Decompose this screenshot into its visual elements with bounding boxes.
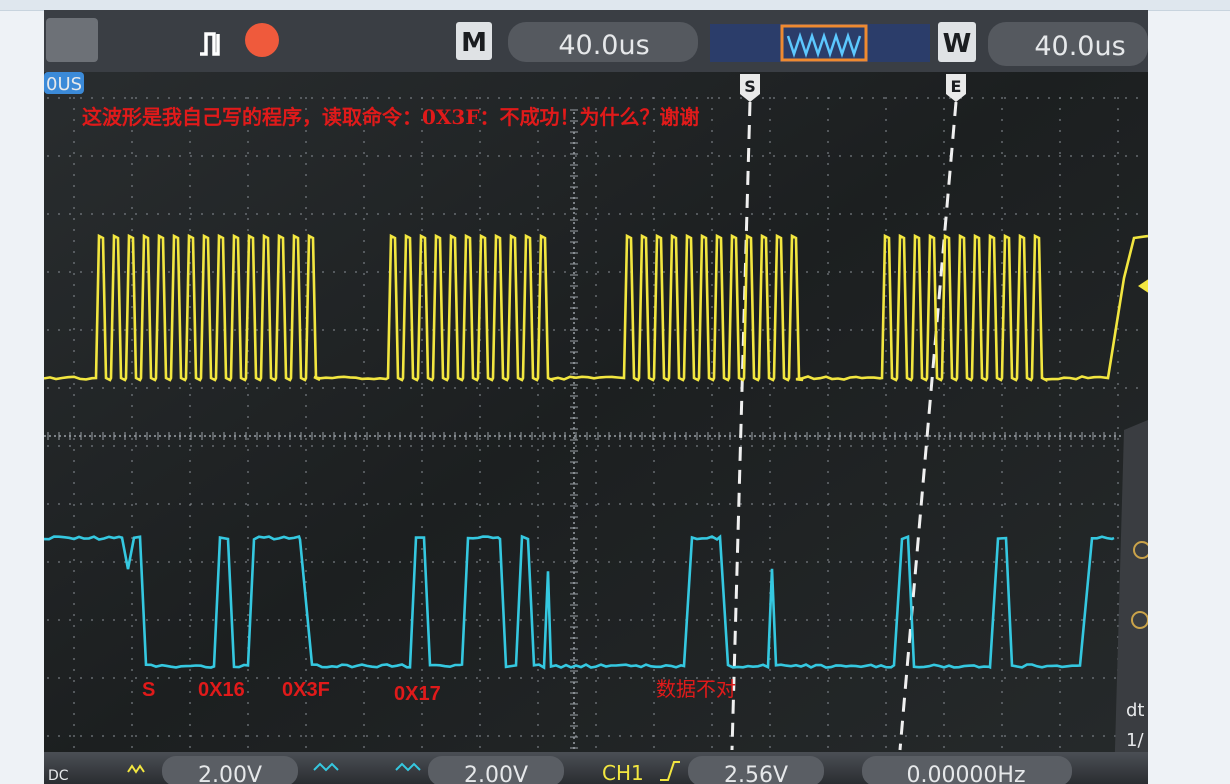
bottom-status-bar: DC 2.00V 2.00V CH1 2.56V 0.00000Hz [44,752,1148,784]
trigger-source: CH1 [602,761,644,784]
time-offset-fragment: 0US [46,74,82,95]
top-status-bar: M 40.0us W 40.0us [44,10,1148,72]
scope-display: M 40.0us W 40.0us 0US S E dt 1/ DC 2.00V… [44,10,1148,784]
window-badge: W [943,29,972,59]
memory-window-bar [710,24,930,62]
label-byte3: 0X17 [394,683,441,705]
label-start: S [142,679,155,701]
label-bad-data: 数据不对 [656,677,736,701]
label-byte1: 0X16 [198,679,245,701]
right-edge-fragment-2: 1/ [1126,730,1144,751]
right-edge-fragment: dt [1126,700,1144,721]
ch2-scale: 2.00V [464,763,528,784]
run-indicator-box [46,18,98,62]
trigger-level: 2.56V [724,763,788,784]
oscilloscope-photo: M 40.0us W 40.0us 0US S E dt 1/ DC 2.00V… [44,10,1148,784]
frequency-readout: 0.00000Hz [906,763,1025,784]
timebase-badge: M [461,28,487,58]
coupling-label: DC [48,768,69,784]
cursor-start-marker: S [744,77,756,96]
question-annotation: 这波形是我自己写的程序，读取命令：0X3F：不成功！为什么？谢谢 [82,105,700,129]
ch1-scale: 2.00V [198,763,262,784]
cursor-end-marker: E [951,77,962,96]
record-dot-icon [245,23,279,57]
label-byte2: 0X3F [282,679,330,701]
timebase-value: 40.0us [558,30,649,61]
window-value: 40.0us [1034,31,1125,62]
